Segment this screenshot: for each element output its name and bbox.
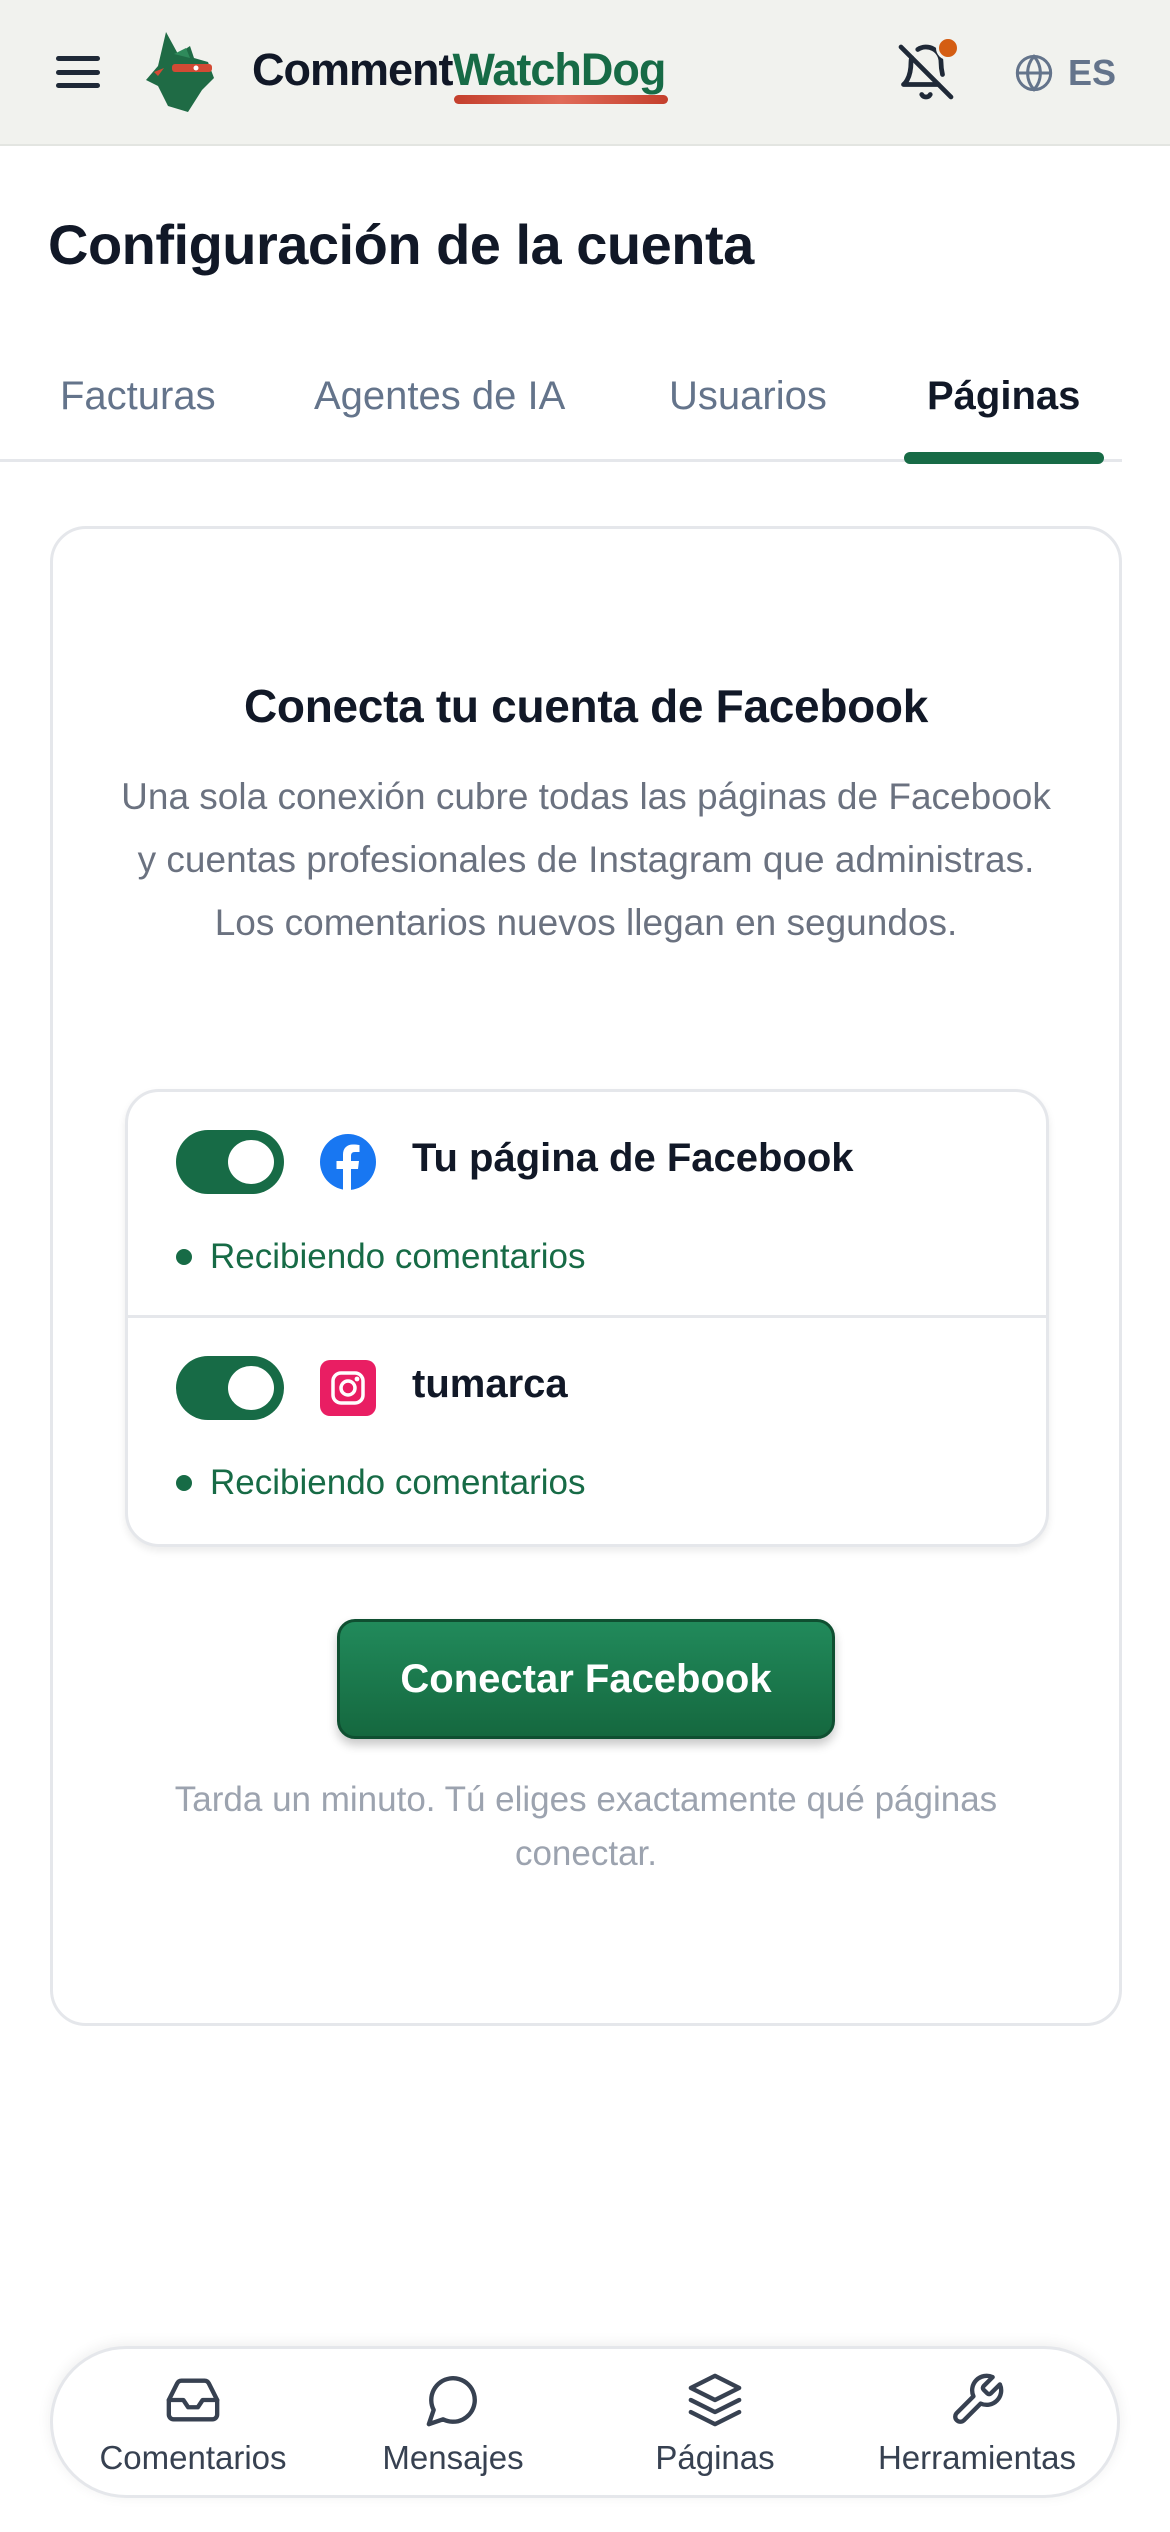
globe-icon: [1015, 54, 1053, 92]
brand-name-part2: WatchDog: [452, 44, 667, 95]
chat-bubble-icon: [426, 2376, 477, 2427]
notification-dot: [936, 36, 960, 60]
connection-row-instagram: tumarca Recibiendo comentarios: [128, 1318, 1046, 1544]
inbox-icon: [166, 2378, 220, 2422]
tab-agentes-ia[interactable]: Agentes de IA: [314, 374, 565, 419]
instagram-icon: [320, 1360, 376, 1416]
nav-item-comentarios[interactable]: Comentarios: [63, 2371, 323, 2481]
nav-label: Páginas: [655, 2439, 775, 2476]
active-tab-indicator: [904, 452, 1104, 464]
connect-facebook-button[interactable]: Conectar Facebook: [337, 1619, 835, 1739]
status-dot: [176, 1249, 192, 1265]
hamburger-menu-icon[interactable]: [54, 52, 102, 92]
top-app-bar: CommentWatchDog ES: [0, 0, 1170, 146]
connection-name: tumarca: [412, 1362, 568, 1406]
card-description: Una sola conexión cubre todas las página…: [121, 776, 1051, 943]
connection-status-text: Recibiendo comentarios: [210, 1463, 586, 1502]
card-footnote: Tarda un minuto. Tú eliges exactamente q…: [174, 1780, 998, 1873]
page-title: Configuración de la cuenta: [48, 213, 754, 276]
nav-item-paginas[interactable]: Páginas: [585, 2371, 845, 2481]
card-title: Conecta tu cuenta de Facebook: [244, 680, 928, 732]
connection-status: Recibiendo comentarios: [176, 1458, 585, 1508]
language-code: ES: [1068, 52, 1117, 93]
connection-name: Tu página de Facebook: [412, 1136, 854, 1180]
watchdog-logo: [146, 32, 214, 112]
status-dot: [176, 1475, 192, 1491]
instagram-toggle[interactable]: [176, 1356, 284, 1420]
nav-item-mensajes[interactable]: Mensajes: [323, 2371, 583, 2481]
nav-label: Herramientas: [877, 2439, 1077, 2476]
language-switcher[interactable]: ES: [1014, 48, 1116, 98]
bottom-navigation: Comentarios Mensajes Páginas Herramienta…: [50, 2346, 1120, 2498]
nav-item-herramientas[interactable]: Herramientas: [847, 2371, 1107, 2481]
connection-row-facebook: Tu página de Facebook Recibiendo comenta…: [128, 1092, 1046, 1318]
connection-status: Recibiendo comentarios: [176, 1232, 585, 1282]
tab-facturas[interactable]: Facturas: [60, 374, 216, 419]
facebook-icon: [320, 1134, 376, 1190]
brand-underline: [454, 95, 668, 104]
connection-status-text: Recibiendo comentarios: [210, 1237, 586, 1276]
facebook-toggle[interactable]: [176, 1130, 284, 1194]
tab-paginas[interactable]: Páginas: [927, 374, 1080, 419]
layers-icon: [688, 2373, 742, 2427]
tab-usuarios[interactable]: Usuarios: [669, 374, 827, 419]
wrench-icon: [953, 2373, 1004, 2424]
settings-tabs: Facturas Agentes de IA Usuarios Páginas: [0, 370, 1122, 464]
nav-label: Mensajes: [382, 2439, 524, 2476]
brand-name-part1: Comment: [252, 44, 454, 95]
connected-accounts-list: Tu página de Facebook Recibiendo comenta…: [125, 1089, 1049, 1547]
connect-facebook-card: Conecta tu cuenta de Facebook Una sola c…: [50, 526, 1122, 2026]
nav-label: Comentarios: [99, 2439, 287, 2476]
brand-name[interactable]: CommentWatchDog: [252, 44, 667, 96]
